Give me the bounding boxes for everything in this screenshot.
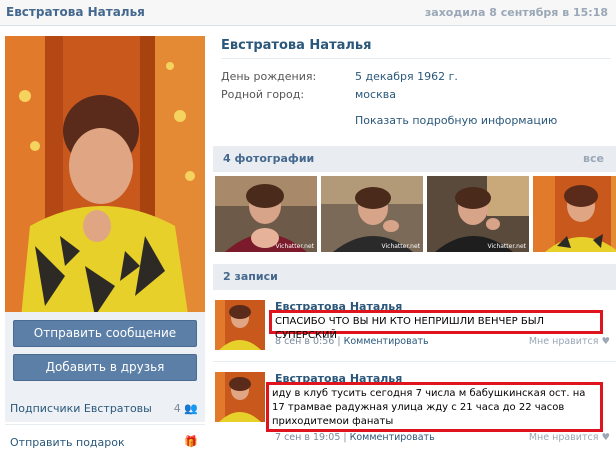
photo-image bbox=[321, 176, 423, 252]
post-meta: 7 сен в 19:05 | Комментировать bbox=[275, 432, 435, 443]
avatar bbox=[215, 372, 265, 422]
posts-section-header[interactable]: 2 записи bbox=[213, 264, 616, 290]
meta-separator: | bbox=[337, 336, 341, 347]
photo-thumbnail[interactable]: Vichatter.net bbox=[215, 176, 317, 252]
avatar-photo bbox=[5, 36, 205, 328]
profile-header-bar: Евстратова Наталья заходила 8 сентября в… bbox=[0, 0, 616, 26]
photos-all-link[interactable]: все bbox=[583, 152, 604, 165]
wall-post: Евстратова Наталья иду в клуб тусить сег… bbox=[213, 368, 616, 458]
subscribers-count-value: 4 bbox=[173, 402, 181, 415]
right-column: Евстратова Наталья День рождения: 5 дека… bbox=[213, 26, 616, 460]
photo-thumbnail[interactable] bbox=[533, 176, 616, 252]
left-column: Отправить сообщение Добавить в друзья По… bbox=[0, 26, 208, 460]
posts-section-title[interactable]: 2 записи bbox=[223, 270, 278, 283]
meta-separator: | bbox=[343, 432, 347, 443]
post-text: СПАСИБО ЧТО ВЫ НИ КТО НЕПРИШЛИ ВЕНЧЕР БЫ… bbox=[269, 310, 603, 341]
photo-image bbox=[427, 176, 529, 252]
subscribers-count[interactable]: 4 👥 bbox=[174, 402, 198, 415]
birthday-label: День рождения: bbox=[221, 70, 317, 83]
send-gift-link[interactable]: Отправить подарок bbox=[10, 436, 125, 449]
divider bbox=[221, 58, 611, 59]
post-date[interactable]: 8 сен в 0:56 bbox=[275, 336, 334, 347]
gift-icon: 🎁 bbox=[184, 435, 198, 448]
photo-image bbox=[533, 176, 616, 252]
send-message-button[interactable]: Отправить сообщение bbox=[13, 320, 197, 347]
watermark: Vichatter.net bbox=[275, 243, 314, 250]
users-icon: 👥 bbox=[184, 402, 198, 415]
watermark: Vichatter.net bbox=[487, 243, 526, 250]
post-text: иду в клуб тусить сегодня 7 числа м бабу… bbox=[266, 382, 603, 432]
wall-post: Евстратова Наталья СПАСИБО ЧТО ВЫ НИ КТО… bbox=[213, 296, 616, 358]
header-profile-name[interactable]: Евстратова Наталья bbox=[6, 5, 145, 19]
comment-link[interactable]: Комментировать bbox=[344, 336, 429, 347]
hometown-label: Родной город: bbox=[221, 88, 305, 101]
show-more-info-link[interactable]: Показать подробную информацию bbox=[355, 114, 557, 127]
post-meta: 8 сен в 0:56 | Комментировать bbox=[275, 336, 429, 347]
like-label: Мне нравится bbox=[528, 336, 599, 347]
photo-image bbox=[215, 176, 317, 252]
post-author-avatar[interactable] bbox=[215, 300, 265, 350]
comment-link[interactable]: Комментировать bbox=[350, 432, 435, 443]
birthday-value[interactable]: 5 декабря 1962 г. bbox=[355, 70, 458, 83]
photos-section-title[interactable]: 4 фотографии bbox=[223, 152, 314, 165]
avatar bbox=[215, 300, 265, 350]
photo-thumbnail[interactable]: Vichatter.net bbox=[321, 176, 423, 252]
like-label: Мне нравится bbox=[528, 432, 599, 443]
post-date[interactable]: 7 сен в 19:05 bbox=[275, 432, 340, 443]
like-button[interactable]: Мне нравится ♥ bbox=[529, 432, 610, 443]
heart-icon: ♥ bbox=[601, 336, 610, 347]
last-seen-status: заходила 8 сентября в 15:18 bbox=[424, 6, 608, 19]
divider bbox=[5, 424, 205, 425]
hometown-value[interactable]: москва bbox=[355, 88, 396, 101]
post-text-content: иду в клуб тусить сегодня 7 числа м бабу… bbox=[272, 388, 586, 427]
heart-icon: ♥ bbox=[601, 432, 610, 443]
post-author-avatar[interactable] bbox=[215, 372, 265, 422]
photo-thumbnail[interactable]: Vichatter.net bbox=[427, 176, 529, 252]
profile-avatar[interactable] bbox=[5, 36, 205, 328]
divider bbox=[213, 361, 616, 362]
watermark: Vichatter.net bbox=[381, 243, 420, 250]
add-friend-button[interactable]: Добавить в друзья bbox=[13, 354, 197, 381]
photo-strip: Vichatter.net Vichatter.net Vichatter.ne… bbox=[215, 176, 616, 252]
page-title: Евстратова Наталья bbox=[221, 38, 372, 53]
photos-section-header[interactable]: 4 фотографии все bbox=[213, 146, 616, 172]
subscribers-link[interactable]: Подписчики Евстратовы bbox=[10, 402, 152, 415]
like-button[interactable]: Мне нравится ♥ bbox=[529, 336, 610, 347]
